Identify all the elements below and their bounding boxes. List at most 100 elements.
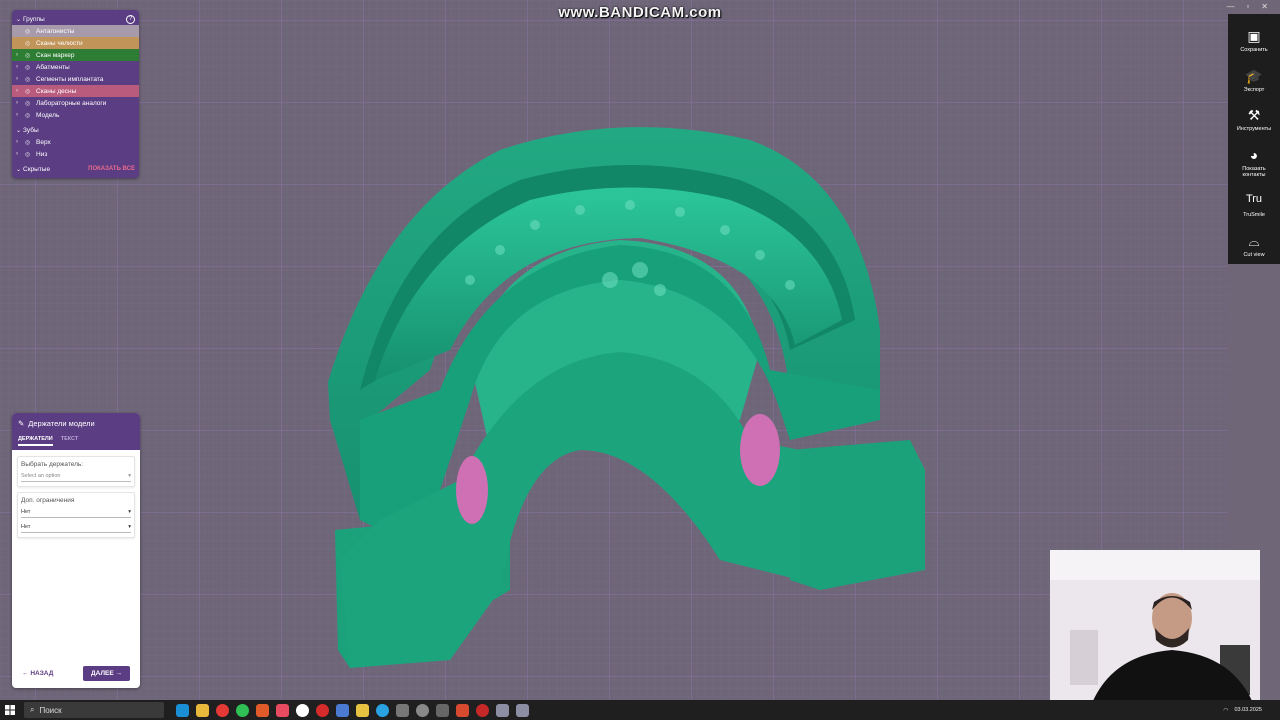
eye-icon[interactable]: ◎ (25, 64, 33, 71)
group-row[interactable]: › ◎ Сегменты имплантата (12, 73, 139, 85)
chevron-right-icon[interactable]: › (16, 88, 22, 94)
eye-icon[interactable]: ◎ (25, 112, 33, 119)
chevron-down-icon[interactable]: ⌄ (16, 166, 23, 173)
toolbar-cut-view[interactable]: ⌓ Cut view (1228, 233, 1280, 259)
back-label: НАЗАД (30, 670, 54, 677)
toolbar-tools[interactable]: ⚒ Инструменты (1228, 107, 1280, 133)
restore-icon[interactable]: ▫ (1246, 2, 1249, 11)
app-icon[interactable] (396, 703, 409, 717)
eye-icon[interactable]: ◎ (25, 88, 33, 95)
holder-select[interactable]: Select an option ▾ (21, 471, 131, 482)
help-icon[interactable]: ? (126, 14, 135, 24)
start-button[interactable] (0, 700, 20, 720)
record-icon[interactable] (476, 703, 489, 717)
group-label: Сканы десны (36, 87, 77, 95)
holders-title: Держатели модели (28, 419, 95, 428)
anydesk-icon[interactable] (256, 703, 269, 717)
back-button[interactable]: ← НАЗАД (22, 670, 53, 677)
chevron-right-icon[interactable]: › (16, 112, 22, 118)
app-icon[interactable] (276, 703, 289, 717)
webcam-overlay (1050, 550, 1260, 708)
exocad-icon[interactable] (496, 703, 509, 717)
eye-icon[interactable]: ◎ (25, 28, 33, 35)
clock[interactable]: 03.03.2025 (1234, 707, 1262, 713)
window-controls: — ▫ ✕ (1226, 2, 1268, 11)
taskbar-search[interactable]: ⌕ Поиск (24, 702, 164, 718)
toolbar-export[interactable]: 🎓 Экспорт (1228, 68, 1280, 94)
yandex-icon[interactable] (216, 703, 229, 717)
group-row[interactable]: › ◎ Скан маркер (12, 49, 139, 61)
folder-icon[interactable] (196, 703, 209, 717)
system-tray: ◠ 03.03.2025 (1223, 700, 1262, 720)
eye-icon[interactable]: ◎ (25, 52, 33, 59)
app-icon[interactable] (356, 703, 369, 717)
taskbar-date: 03.03.2025 (1234, 706, 1262, 713)
tools-icon: ⚒ (1247, 107, 1261, 124)
toolbar-contacts-label: Показать контакты (1242, 165, 1266, 179)
camera-icon[interactable] (436, 703, 449, 717)
dropdown-arrow-icon: ▾ (128, 509, 131, 515)
chevron-right-icon[interactable]: › (16, 151, 22, 157)
toolbar-save[interactable]: ▣ Сохранить (1228, 28, 1280, 54)
groups-header[interactable]: ⌄ Группы ? (12, 13, 139, 25)
teeth-header[interactable]: ⌄ Зубы (12, 124, 139, 136)
edge-icon[interactable] (176, 703, 189, 717)
toolbar-save-label: Сохранить (1240, 47, 1268, 53)
constraint-select-1[interactable]: Нет ▾ (21, 507, 131, 518)
chevron-down-icon[interactable]: ⌄ (16, 16, 23, 23)
chevron-right-icon[interactable]: › (16, 76, 22, 82)
exocad-icon[interactable] (516, 703, 529, 717)
chevron-right-icon[interactable]: › (16, 139, 22, 145)
eye-icon[interactable]: ◎ (25, 40, 33, 47)
eye-icon[interactable]: ◎ (25, 151, 33, 158)
group-row[interactable]: › ◎ Абатменты (12, 61, 139, 73)
save-icon: ▣ (1247, 28, 1261, 44)
cut-view-icon: ⌓ (1248, 232, 1260, 249)
toolbar-tools-label: Инструменты (1236, 126, 1272, 133)
show-all-button[interactable]: ПОКАЗАТЬ ВСЕ (88, 166, 135, 172)
group-row[interactable]: › ◎ Лабораторные аналоги (12, 97, 139, 109)
hidden-row[interactable]: ⌄ Скрытые ПОКАЗАТЬ ВСЕ (12, 163, 139, 175)
whatsapp-icon[interactable] (236, 703, 249, 717)
right-toolbar: ▣ Сохранить 🎓 Экспорт ⚒ Инструменты ◕ По… (1228, 14, 1280, 264)
teeth-label: Верх (36, 138, 51, 146)
toolbar-contacts[interactable]: ◕ Показать контакты (1228, 147, 1280, 179)
tab-text[interactable]: ТЕКСТ (61, 436, 79, 446)
export-icon: 🎓 (1245, 67, 1263, 84)
settings-icon[interactable] (416, 703, 429, 717)
opera-icon[interactable] (316, 703, 329, 717)
group-row[interactable]: ◎ Антагонисты (12, 25, 139, 37)
group-row[interactable]: ◎ Сканы челюсти (12, 37, 139, 49)
telegram-icon[interactable] (376, 703, 389, 717)
tab-holders[interactable]: ДЕРЖАТЕЛИ (18, 436, 53, 446)
teeth-row[interactable]: › ◎ Верх (12, 136, 139, 148)
constraints-label: Доп. ограничения (21, 497, 75, 504)
groups-panel: ⌄ Группы ? ◎ Антагонисты ◎ Сканы челюсти › ◎ С… (12, 10, 139, 178)
teeth-row[interactable]: › ◎ Низ (12, 148, 139, 160)
groups-title: Группы (23, 15, 45, 23)
eye-icon[interactable]: ◎ (25, 139, 33, 146)
group-row[interactable]: › ◎ Модель (12, 109, 139, 121)
eye-icon[interactable]: ◎ (25, 100, 33, 107)
toolbar-export-label: Экспорт (1243, 86, 1265, 93)
minimize-icon[interactable]: — (1226, 2, 1234, 11)
constraint-select-2[interactable]: Нет ▾ (21, 522, 131, 533)
chevron-right-icon[interactable]: › (16, 52, 22, 58)
chevron-right-icon[interactable]: › (16, 64, 22, 70)
chevron-down-icon[interactable]: ⌄ (16, 127, 23, 134)
group-row[interactable]: › ◎ Сканы десны (12, 85, 139, 97)
app-icon[interactable] (336, 703, 349, 717)
dental-model[interactable] (320, 120, 940, 680)
yandex-browser-icon[interactable] (296, 703, 309, 717)
toolbar-trusmile[interactable]: Tru TruSmile (1228, 193, 1280, 219)
app-icon[interactable] (456, 703, 469, 717)
wifi-icon[interactable]: ◠ (1223, 707, 1228, 714)
dropdown-arrow-icon: ▾ (128, 473, 131, 479)
constraint-value-2: Нет (21, 524, 31, 530)
next-button[interactable]: ДАЛЕЕ → (83, 666, 130, 681)
teeth-label: Низ (36, 150, 48, 158)
chevron-right-icon[interactable]: › (16, 100, 22, 106)
teeth-icon: ◕ (1249, 146, 1259, 163)
eye-icon[interactable]: ◎ (25, 76, 33, 83)
close-icon[interactable]: ✕ (1261, 2, 1268, 11)
